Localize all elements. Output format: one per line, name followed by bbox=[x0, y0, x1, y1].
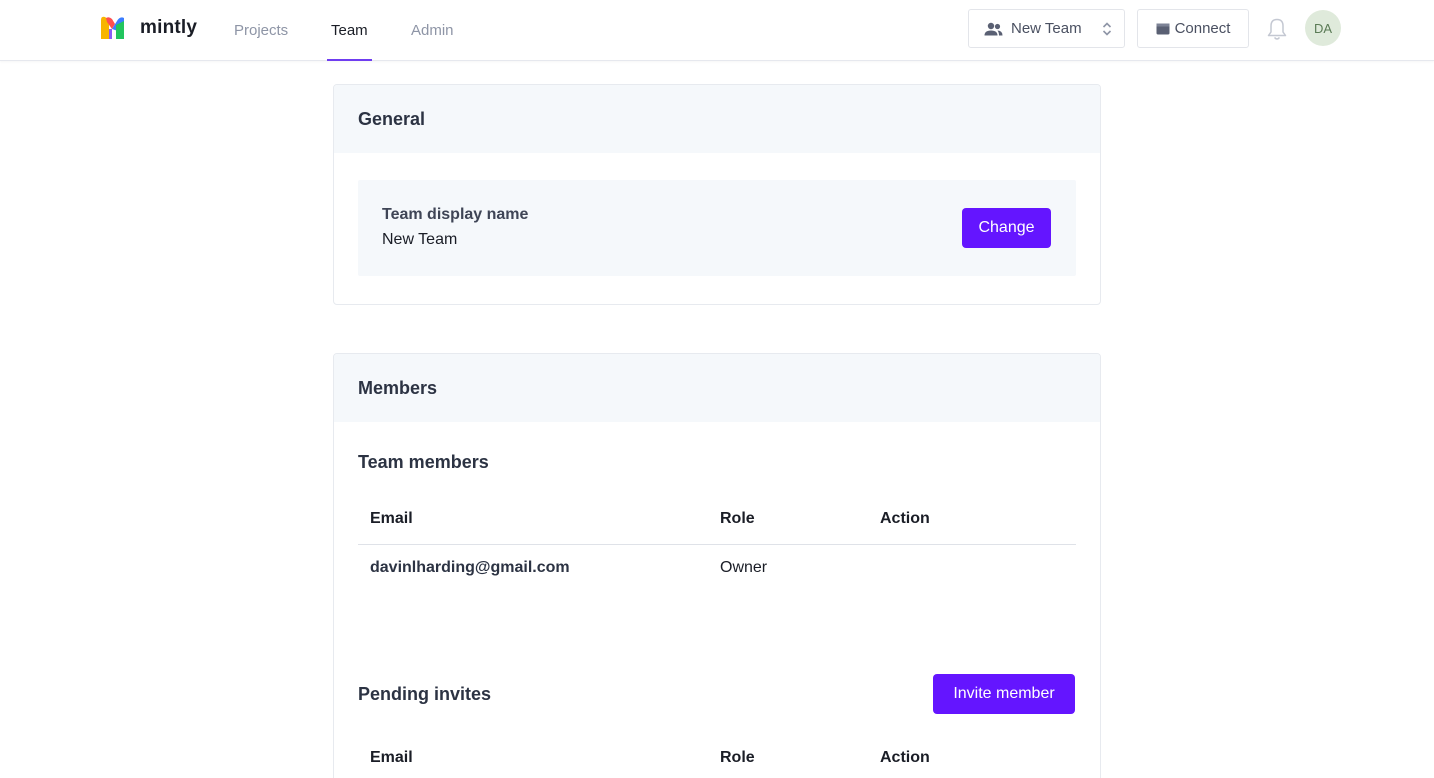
pending-column-header-email: Email bbox=[370, 749, 413, 766]
bell-icon[interactable] bbox=[1266, 17, 1288, 41]
general-card: General Team display name New Team Chang… bbox=[333, 84, 1101, 305]
pending-column-header-role: Role bbox=[720, 749, 755, 766]
team-switcher-label: New Team bbox=[1011, 20, 1082, 37]
change-button[interactable]: Change bbox=[962, 208, 1051, 248]
pending-invites-title: Pending invites bbox=[358, 684, 492, 704]
invite-member-button[interactable]: Invite member bbox=[933, 674, 1075, 714]
column-header-action: Action bbox=[880, 510, 930, 527]
column-header-email: Email bbox=[370, 510, 413, 527]
brand-name: mintly bbox=[140, 17, 198, 38]
connect-label: Connect bbox=[1174, 20, 1231, 37]
general-card-title: General bbox=[334, 85, 1100, 153]
table-header-divider bbox=[358, 544, 1076, 545]
member-role: Owner bbox=[720, 559, 768, 576]
chevron-up-down-icon bbox=[1102, 21, 1112, 36]
team-display-name-value: New Team bbox=[382, 231, 458, 248]
connect-button[interactable]: Connect bbox=[1137, 9, 1249, 48]
top-navigation-bar: mintly Projects Team Admin New Team Conn… bbox=[0, 0, 1434, 61]
team-display-name-row: Team display name New Team Change bbox=[358, 180, 1076, 276]
members-card: Members Team members Email Role Action d… bbox=[333, 353, 1101, 778]
tab-team[interactable]: Team bbox=[327, 0, 372, 61]
pending-column-header-action: Action bbox=[880, 749, 930, 766]
member-email: davinlharding@gmail.com bbox=[370, 559, 570, 576]
wallet-icon bbox=[1156, 23, 1170, 35]
users-icon bbox=[984, 22, 1003, 35]
logo[interactable]: mintly bbox=[99, 15, 197, 41]
team-switcher[interactable]: New Team bbox=[968, 9, 1125, 48]
avatar[interactable]: DA bbox=[1305, 10, 1341, 46]
column-header-role: Role bbox=[720, 510, 755, 527]
members-card-title: Members bbox=[334, 354, 1100, 422]
team-display-name-label: Team display name bbox=[382, 206, 529, 223]
mintly-logo-icon bbox=[101, 16, 124, 39]
tab-projects[interactable]: Projects bbox=[234, 0, 288, 61]
tab-admin[interactable]: Admin bbox=[411, 0, 454, 61]
team-members-title: Team members bbox=[358, 452, 489, 472]
